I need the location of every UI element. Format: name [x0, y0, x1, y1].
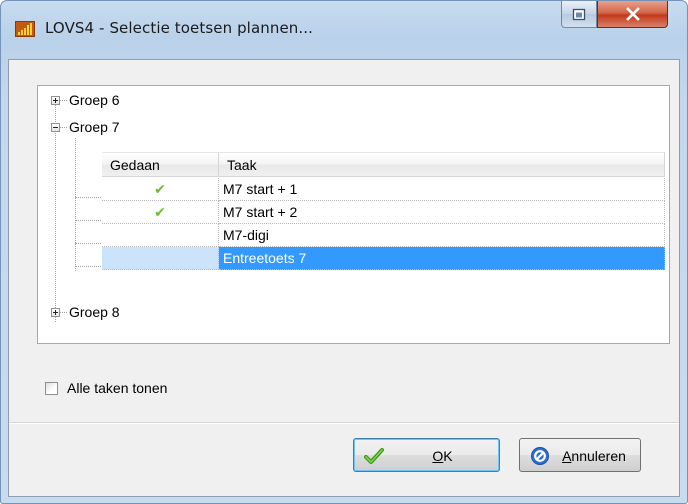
- show-all-label[interactable]: Alle taken tonen: [67, 380, 167, 396]
- ok-mnemonic: O: [432, 448, 444, 464]
- task-cell[interactable]: M7-digi: [219, 224, 665, 247]
- column-header-taak[interactable]: Taak: [219, 152, 665, 177]
- group-tree[interactable]: Groep 6 Groep 7 Gedaan Taak ✔ M7 start +…: [37, 85, 670, 344]
- ok-label-rest: K: [443, 448, 453, 464]
- ok-button[interactable]: OK: [353, 438, 500, 472]
- tree-line: [75, 138, 76, 271]
- app-icon: [15, 21, 35, 37]
- expand-plus-icon[interactable]: [51, 96, 60, 105]
- grid-header: Gedaan Taak: [102, 152, 668, 178]
- done-cell[interactable]: ✔: [102, 201, 219, 224]
- close-button[interactable]: [597, 1, 668, 28]
- column-header-gedaan[interactable]: Gedaan: [102, 152, 219, 177]
- tree-line: [75, 197, 101, 198]
- dialog-client: Groep 6 Groep 7 Gedaan Taak ✔ M7 start +…: [8, 59, 680, 497]
- done-cell[interactable]: ✔: [102, 178, 219, 201]
- task-cell[interactable]: M7 start + 1: [219, 178, 665, 201]
- task-cell[interactable]: M7 start + 2: [219, 201, 665, 224]
- title-bar[interactable]: LOVS4 - Selectie toetsen plannen...: [1, 1, 687, 59]
- task-cell[interactable]: Entreetoets 7: [219, 247, 665, 270]
- show-all-option[interactable]: Alle taken tonen: [45, 380, 167, 396]
- tree-line: [60, 312, 67, 313]
- tree-line: [75, 243, 101, 244]
- ok-label: OK: [370, 448, 515, 464]
- tree-line: [75, 220, 101, 221]
- tree-line: [60, 100, 67, 101]
- collapse-minus-icon[interactable]: [51, 123, 60, 132]
- tree-line: [60, 127, 67, 128]
- window-title: LOVS4 - Selectie toetsen plannen...: [45, 19, 313, 37]
- cancel-label-rest: nnuleren: [571, 448, 626, 464]
- task-grid: Gedaan Taak ✔ M7 start + 1 ✔ M7 start + …: [102, 152, 668, 285]
- done-cell[interactable]: [102, 247, 219, 270]
- cancel-button[interactable]: Annuleren: [519, 438, 641, 472]
- cancel-label: Annuleren: [534, 448, 654, 464]
- tree-node-label: Groep 6: [69, 92, 120, 108]
- done-cell[interactable]: [102, 224, 219, 247]
- tree-node-label: Groep 8: [69, 304, 120, 320]
- dialog-window: LOVS4 - Selectie toetsen plannen... Groe…: [0, 0, 688, 504]
- check-icon: ✔: [154, 204, 166, 220]
- show-all-checkbox[interactable]: [45, 381, 58, 395]
- restore-button[interactable]: [561, 1, 597, 28]
- check-icon: ✔: [154, 181, 166, 197]
- close-icon: [625, 7, 640, 21]
- restore-icon: [572, 8, 586, 20]
- tree-node-label: Groep 7: [69, 119, 120, 135]
- expand-plus-icon[interactable]: [51, 308, 60, 317]
- divider: [9, 422, 679, 424]
- tree-line: [75, 266, 101, 267]
